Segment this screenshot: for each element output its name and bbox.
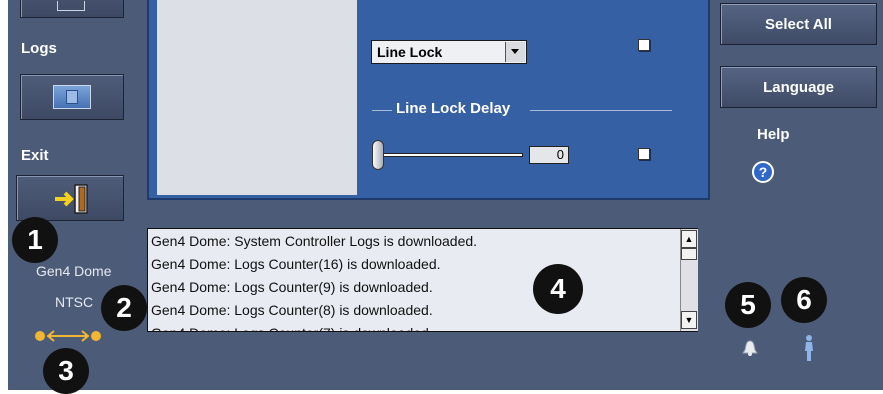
help-icon[interactable]: ? [752,161,774,183]
group-divider-left [372,110,392,111]
line-lock-select-value: Line Lock [377,44,443,60]
video-format: NTSC [55,294,94,310]
line-lock-delay-checkbox[interactable] [638,148,650,160]
line-lock-delay-label: Line Lock Delay [396,100,511,117]
callout-4: 4 [533,264,583,314]
line-lock-delay-slider-track[interactable] [378,153,523,157]
exit-button[interactable] [16,175,124,221]
line-lock-checkbox[interactable] [638,39,650,51]
user-icon[interactable] [802,334,816,362]
logs-button[interactable] [20,74,124,120]
settings-preview-area [157,0,357,195]
line-lock-delay-slider-thumb[interactable] [372,140,384,170]
callout-2: 2 [101,285,147,331]
log-line: Gen4 Dome: System Controller Logs is dow… [151,233,478,249]
line-lock-delay-value: 0 [529,146,569,164]
scroll-thumb[interactable] [681,248,697,260]
top-partial-button[interactable] [20,0,124,18]
log-scrollbar[interactable]: ▲ ▼ [680,229,698,331]
scroll-up-icon[interactable]: ▲ [681,230,697,248]
top-button-icon [57,1,85,11]
log-list: Gen4 Dome: System Controller Logs is dow… [147,228,698,332]
select-all-button[interactable]: Select All [720,3,877,45]
log-line: Gen4 Dome: Logs Counter(9) is downloaded… [151,279,433,295]
callout-5: 5 [725,282,771,328]
callout-6: 6 [781,277,827,323]
log-line: Gen4 Dome: Logs Counter(16) is downloade… [151,256,441,272]
device-name: Gen4 Dome [36,263,112,279]
bell-icon[interactable] [741,340,759,356]
exit-label: Exit [21,147,49,164]
app-window: Logs Exit 1 Gen4 Dome NTSC 2 3 Line Lock… [0,0,883,394]
group-divider-right [530,110,672,111]
connection-arrows-icon [35,330,101,342]
language-button[interactable]: Language [720,66,877,108]
exit-door-icon [55,184,88,214]
logs-label: Logs [21,40,57,57]
log-line: Gen4 Dome: Logs Counter(7) is downloaded… [148,321,697,331]
callout-1: 1 [12,217,58,263]
chevron-down-icon[interactable] [505,42,525,62]
help-label: Help [757,126,790,143]
scroll-down-icon[interactable]: ▼ [681,311,697,329]
line-lock-select[interactable]: Line Lock [371,40,527,64]
callout-3: 3 [43,348,89,394]
log-file-icon [53,85,91,109]
log-line: Gen4 Dome: Logs Counter(8) is downloaded… [151,302,433,318]
